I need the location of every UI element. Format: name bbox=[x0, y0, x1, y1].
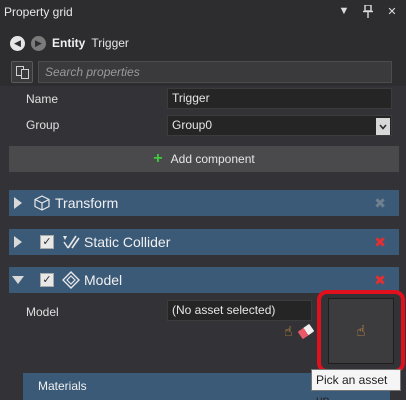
group-value: Group0 bbox=[172, 118, 213, 132]
expand-arrow-icon[interactable] bbox=[14, 236, 22, 248]
highlight-box bbox=[317, 290, 405, 373]
add-component-label: Add component bbox=[170, 152, 255, 166]
collapse-arrow-icon[interactable] bbox=[12, 276, 24, 284]
group-select[interactable]: Group0 bbox=[167, 115, 392, 136]
model-label: Model bbox=[26, 305, 59, 319]
model-icon bbox=[62, 271, 80, 289]
component-name: Transform bbox=[55, 195, 119, 211]
component-static-collider[interactable]: ✓ Static Collider ✖ bbox=[9, 229, 399, 255]
remove-component-icon[interactable]: ✖ bbox=[374, 234, 386, 251]
cube-icon bbox=[33, 194, 51, 212]
tooltip: Pick an asset up bbox=[311, 369, 401, 400]
component-transform[interactable]: Transform ✖ bbox=[9, 190, 399, 216]
search-input[interactable]: Search properties bbox=[38, 61, 392, 83]
dropdown-icon[interactable]: ▼ bbox=[338, 4, 350, 18]
copy-properties-icon[interactable] bbox=[11, 61, 33, 83]
entity-header: ◀ ▶ Entity Trigger bbox=[0, 28, 406, 58]
asset-actions: ☝ bbox=[284, 323, 314, 340]
group-label: Group bbox=[26, 118, 60, 132]
model-asset-field[interactable]: (No asset selected) bbox=[167, 300, 312, 321]
chevron-down-icon[interactable] bbox=[376, 118, 390, 135]
search-row: Search properties bbox=[0, 60, 406, 84]
pick-asset-hand-icon[interactable]: ☝ bbox=[284, 323, 293, 340]
window-buttons: ▼ ✕ bbox=[338, 4, 398, 18]
panel-title: Property grid bbox=[4, 5, 73, 19]
eraser-icon[interactable] bbox=[297, 323, 314, 340]
forward-icon[interactable]: ▶ bbox=[31, 35, 46, 51]
enabled-checkbox[interactable]: ✓ bbox=[40, 273, 54, 287]
title-bar: Property grid ▼ ✕ bbox=[0, 0, 406, 24]
expand-arrow-icon[interactable] bbox=[14, 197, 22, 209]
entity-kind: Entity bbox=[52, 36, 86, 50]
pin-icon[interactable] bbox=[362, 4, 374, 18]
add-component-button[interactable]: + Add component bbox=[9, 146, 399, 172]
component-name: Static Collider bbox=[84, 234, 171, 250]
property-grid: Name Trigger Group Group0 + Add componen… bbox=[0, 86, 406, 400]
collider-icon bbox=[62, 233, 80, 251]
enabled-checkbox[interactable]: ✓ bbox=[40, 235, 54, 249]
close-icon[interactable]: ✕ bbox=[386, 4, 398, 18]
remove-component-icon: ✖ bbox=[374, 195, 386, 211]
name-field[interactable]: Trigger bbox=[167, 88, 392, 109]
name-label: Name bbox=[26, 92, 59, 106]
back-icon[interactable]: ◀ bbox=[10, 35, 25, 51]
component-name: Model bbox=[84, 272, 123, 288]
remove-component-icon[interactable]: ✖ bbox=[374, 272, 386, 289]
plus-icon: + bbox=[153, 150, 163, 167]
entity-name: Trigger bbox=[91, 36, 129, 50]
